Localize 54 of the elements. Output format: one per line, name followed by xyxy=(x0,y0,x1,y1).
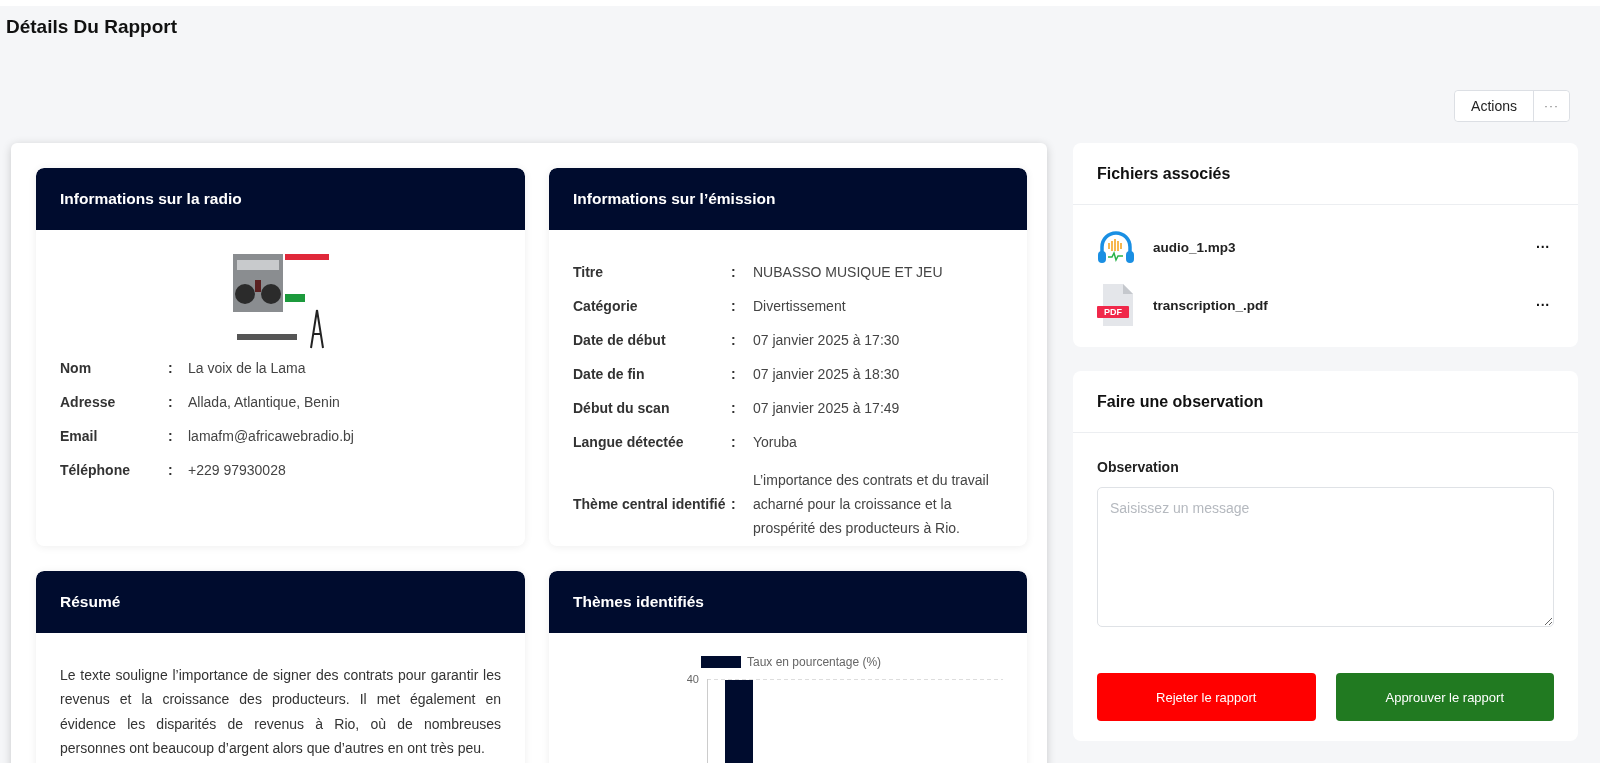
field-value: 07 janvier 2025 à 18:30 xyxy=(753,366,901,382)
observation-field[interactable]: Saisissez un message xyxy=(1097,487,1554,627)
colon: : xyxy=(731,332,737,348)
card-header: Informations sur la radio xyxy=(36,168,525,230)
approve-button[interactable]: Approuver le rapport xyxy=(1335,673,1554,721)
colon: : xyxy=(731,298,737,314)
legend-label: Taux en pourcentage (%) xyxy=(747,655,882,669)
axis-tick-label: 40 xyxy=(685,673,700,685)
colon: : xyxy=(168,428,174,444)
file-name[interactable]: transcription_.pdf xyxy=(1153,297,1532,313)
field-value: La voix de la Lama xyxy=(188,360,307,376)
field-value: lamafm@africawebradio.bj xyxy=(188,428,355,444)
colon: : xyxy=(731,400,737,416)
card-header: Résumé xyxy=(36,571,525,633)
field-value: Divertissement xyxy=(753,298,847,314)
field-label: Langue détectée xyxy=(573,434,685,450)
card-header: Informations sur l’émission xyxy=(549,168,1027,230)
field-label: Email xyxy=(60,428,99,444)
field-value: L’importance des contrats et du travail acharné pour la croissance et la prospérité des producteurs à Rio. xyxy=(753,471,990,538)
file-name[interactable]: audio_1.mp3 xyxy=(1153,239,1532,255)
colon: : xyxy=(731,366,737,382)
field-label: Adresse xyxy=(60,394,117,410)
summary-text: Le texte souligne l’importance de signer des contrats pour garantir les revenus et la croissance des producteurs. Il met également en évidence les disparités de revenus à Rio, où de nombreuses personnes ont beaucoup d’argent alors que d’autres en ont très peu. xyxy=(59,666,502,758)
field-label: Date de fin xyxy=(573,366,646,382)
colon: : xyxy=(168,360,174,376)
colon: : xyxy=(731,496,737,512)
field-label: Thème central identifié xyxy=(573,496,727,512)
field-label: Téléphone xyxy=(60,462,131,478)
card-header: Thèmes identifiés xyxy=(549,571,1027,633)
page-title: Détails Du Rapport xyxy=(6,16,179,39)
headphones-icon xyxy=(1097,229,1135,265)
field-value: +229 97930028 xyxy=(188,462,287,478)
more-button[interactable]: ··· xyxy=(1532,297,1554,313)
field-value: 07 janvier 2025 à 17:30 xyxy=(753,332,901,348)
field-value: Yoruba xyxy=(753,434,798,450)
more-button[interactable]: ··· xyxy=(1532,239,1554,255)
field-value: NUBASSO MUSIQUE ET JEU xyxy=(753,264,944,280)
colon: : xyxy=(731,434,737,450)
card-header: Fichiers associés xyxy=(1073,143,1578,205)
field-label: Titre xyxy=(573,264,605,280)
card-header: Faire une observation xyxy=(1073,371,1578,433)
reject-button[interactable]: Rejeter le rapport xyxy=(1097,673,1316,721)
legend-swatch xyxy=(701,656,741,668)
more-button[interactable]: ··· xyxy=(1533,91,1569,121)
field-label: Début du scan xyxy=(573,400,671,416)
field-label: Catégorie xyxy=(573,298,639,314)
colon: : xyxy=(168,462,174,478)
colon: : xyxy=(731,264,737,280)
field-value: 07 janvier 2025 à 17:49 xyxy=(753,400,901,416)
field-label: Observation xyxy=(1097,459,1180,475)
field-label: Nom xyxy=(60,360,93,376)
colon: : xyxy=(168,394,174,410)
field-value: Allada, Atlantique, Benin xyxy=(188,394,341,410)
field-label: Date de début xyxy=(573,332,667,348)
